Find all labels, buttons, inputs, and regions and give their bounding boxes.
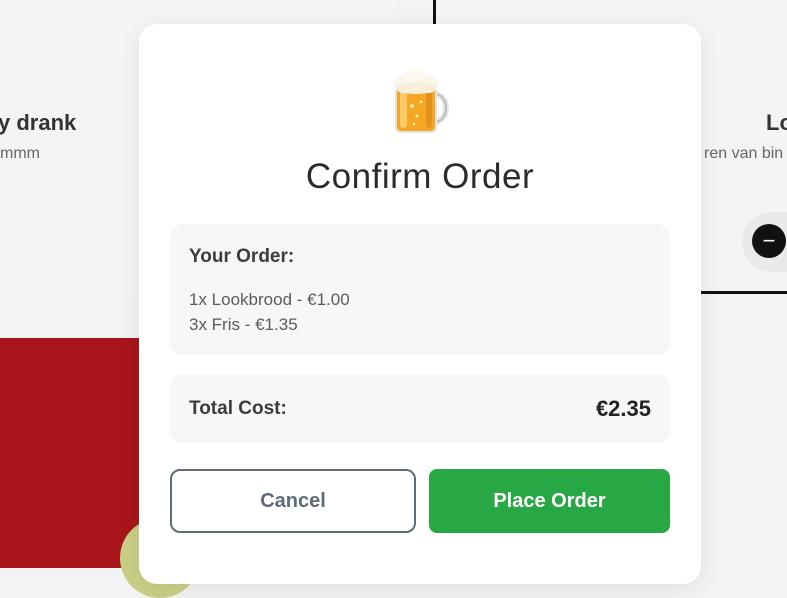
total-summary: Total Cost: €2.35 xyxy=(170,374,670,443)
cancel-button[interactable]: Cancel xyxy=(170,469,416,533)
confirm-order-modal: Confirm Order Your Order: 1x Lookbrood -… xyxy=(139,24,701,584)
menu-item-description: ren van bin xyxy=(704,145,784,162)
order-summary: Your Order: 1x Lookbrood - €1.00 3x Fris… xyxy=(170,224,670,355)
menu-item-name: Lo xyxy=(766,110,787,135)
order-item: 1x Lookbrood - €1.00 xyxy=(189,290,350,309)
beer-mug-icon xyxy=(390,66,454,136)
total-value: €2.35 xyxy=(595,396,651,421)
total-label: Total Cost: xyxy=(189,398,287,419)
order-item: 3x Fris - €1.35 xyxy=(189,315,298,334)
minus-icon: − xyxy=(752,224,786,258)
modal-title: Confirm Order xyxy=(305,157,535,196)
order-heading: Your Order: xyxy=(189,246,295,267)
order-items-list: 1x Lookbrood - €1.00 3x Fris - €1.35 xyxy=(189,287,350,337)
menu-item-name: y drank xyxy=(0,110,77,135)
place-order-button[interactable]: Place Order xyxy=(429,469,670,533)
menu-item-image xyxy=(0,338,200,598)
menu-item-description: mmm xyxy=(0,145,40,162)
